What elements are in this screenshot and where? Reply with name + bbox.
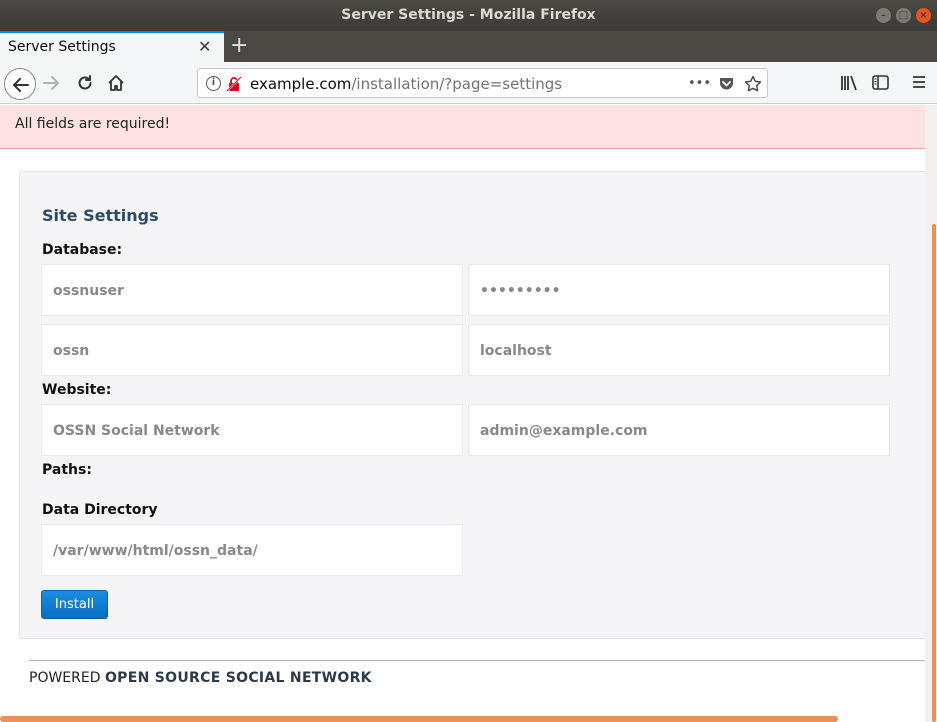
- window-title: Server Settings - Mozilla Firefox: [341, 7, 596, 23]
- db-name-input[interactable]: ossn: [41, 324, 463, 376]
- sidebar-icon[interactable]: [872, 74, 889, 91]
- horizontal-scrollbar-thumb[interactable]: [0, 716, 838, 722]
- back-arrow-icon: [13, 78, 29, 92]
- data-directory-input[interactable]: /var/www/html/ossn_data/: [41, 524, 463, 576]
- insecure-lock-icon[interactable]: [226, 76, 242, 92]
- new-tab-button[interactable]: +: [230, 33, 248, 58]
- pocket-icon[interactable]: [718, 75, 735, 92]
- forward-arrow-icon[interactable]: [42, 74, 60, 92]
- reload-icon[interactable]: [76, 74, 94, 92]
- bookmark-star-icon[interactable]: [744, 75, 762, 93]
- install-button[interactable]: Install: [41, 590, 108, 619]
- url-host: example.com: [250, 75, 352, 93]
- page-actions-icon[interactable]: •••: [688, 76, 711, 91]
- window-minimize-button[interactable]: –: [876, 8, 891, 23]
- window-maximize-button[interactable]: □: [896, 8, 911, 23]
- admin-email-input[interactable]: admin@example.com: [468, 404, 890, 456]
- database-label: Database:: [42, 242, 123, 258]
- page-content: All fields are required! Site Settings D…: [0, 105, 925, 722]
- home-icon[interactable]: [107, 74, 125, 92]
- footer-powered-by: POWERED OPEN SOURCE SOCIAL NETWORK: [29, 670, 372, 686]
- tab-server-settings[interactable]: Server Settings ✕: [0, 31, 224, 62]
- db-password-input[interactable]: •••••••••: [468, 264, 890, 316]
- db-user-input[interactable]: ossnuser: [41, 264, 463, 316]
- settings-panel: Site Settings Database: ossnuser •••••••…: [19, 171, 925, 639]
- tab-close-icon[interactable]: ✕: [198, 37, 211, 56]
- alert-text: All fields are required!: [15, 116, 171, 132]
- navigation-toolbar: i example.com/installation/?page=setting…: [0, 62, 937, 104]
- panel-title: Site Settings: [42, 206, 159, 225]
- paths-label: Paths:: [42, 462, 92, 478]
- window-close-button[interactable]: ×: [916, 8, 931, 23]
- site-name-input[interactable]: OSSN Social Network: [41, 404, 463, 456]
- window-titlebar: Server Settings - Mozilla Firefox – □ ×: [0, 0, 937, 31]
- url-path: /installation/?page=settings: [351, 75, 563, 93]
- data-directory-label: Data Directory: [42, 502, 158, 518]
- menu-icon[interactable]: [911, 74, 927, 90]
- scrollbar-thumb[interactable]: [932, 224, 936, 722]
- url-text: example.com/installation/?page=settings: [250, 75, 562, 93]
- tab-strip: Server Settings ✕ +: [0, 31, 937, 62]
- minimize-icon: –: [881, 10, 886, 21]
- site-info-icon[interactable]: i: [206, 76, 221, 91]
- db-host-input[interactable]: localhost: [468, 324, 890, 376]
- back-button[interactable]: [4, 68, 36, 100]
- maximize-icon: □: [898, 10, 909, 21]
- tab-label: Server Settings: [8, 39, 116, 55]
- library-icon[interactable]: [840, 74, 858, 92]
- footer-prefix: POWERED: [29, 670, 101, 686]
- close-icon: ×: [919, 10, 928, 21]
- website-label: Website:: [42, 382, 112, 398]
- url-bar[interactable]: i example.com/installation/?page=setting…: [197, 68, 768, 98]
- error-alert: All fields are required!: [0, 105, 925, 149]
- footer-link[interactable]: OPEN SOURCE SOCIAL NETWORK: [105, 670, 372, 686]
- footer-divider: [29, 660, 925, 661]
